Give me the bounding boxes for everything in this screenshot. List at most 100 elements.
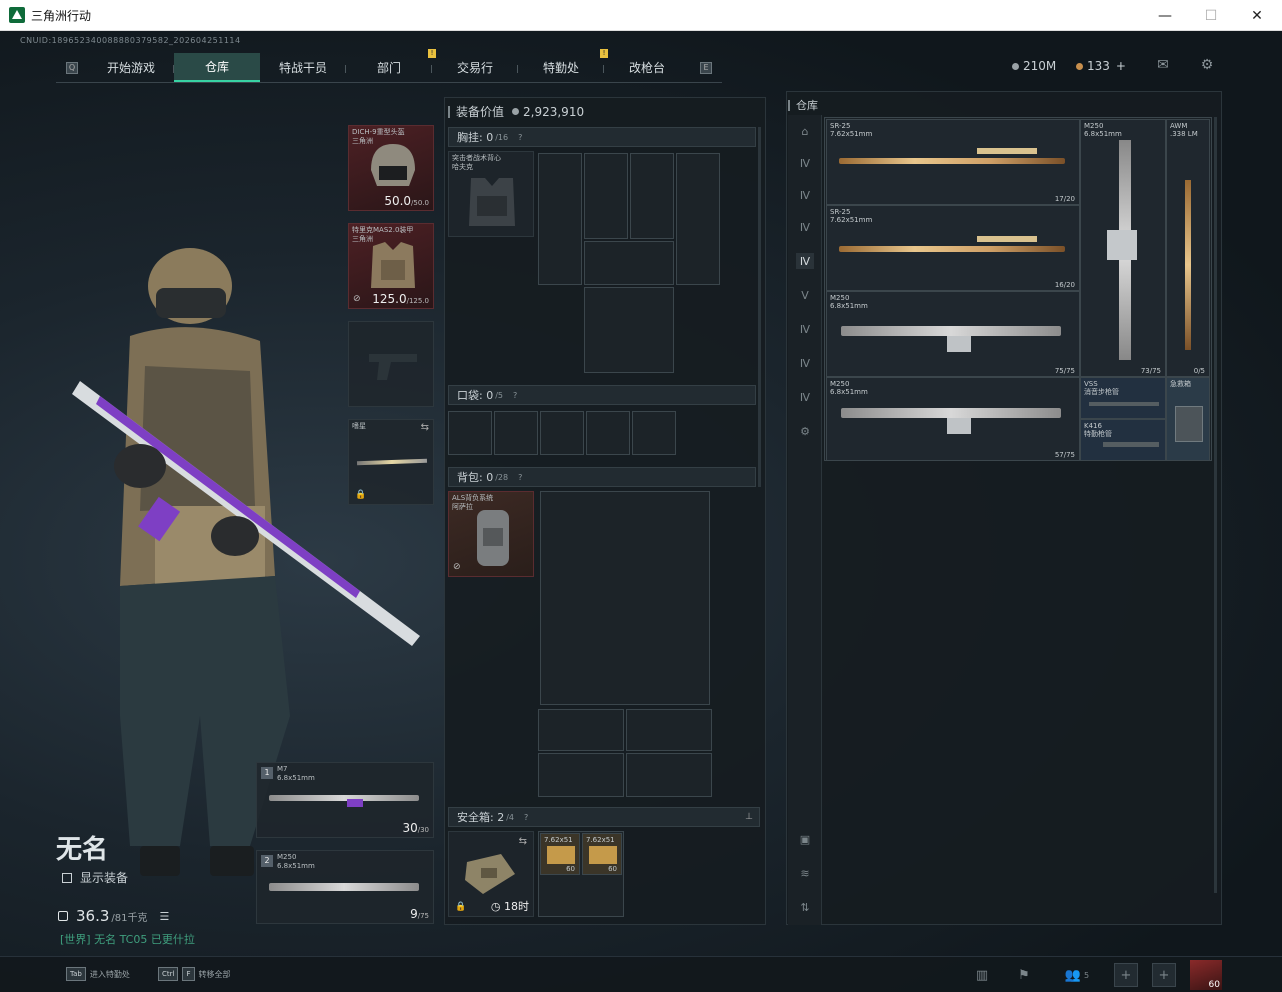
- stash-item-sr25[interactable]: SR-25 7.62x51mm 17/20: [826, 119, 1080, 205]
- stash-page-icon[interactable]: Ⅳ: [796, 355, 814, 371]
- invite-slot-button[interactable]: +: [1152, 963, 1176, 987]
- primary-weapon-slot[interactable]: 1 M7 6.8x51mm 30/30: [256, 762, 434, 838]
- tab-special-ops[interactable]: 特勤处!: [518, 49, 608, 82]
- invite-slot-button[interactable]: +: [1114, 963, 1138, 987]
- help-icon[interactable]: ?: [518, 473, 522, 482]
- avatar[interactable]: 60: [1190, 960, 1222, 990]
- help-icon[interactable]: ?: [524, 813, 528, 822]
- tab-department[interactable]: 部门!: [346, 49, 436, 82]
- pocket-cell[interactable]: [540, 411, 584, 455]
- stash-item-k416-barrel[interactable]: K416 特勤枪管: [1080, 419, 1166, 461]
- stash-item-first-aid[interactable]: 急救箱: [1166, 377, 1210, 461]
- squad-icon[interactable]: 👥 5: [1060, 963, 1094, 987]
- tab-gunsmith[interactable]: 改枪台: [604, 53, 690, 82]
- stash-sidebar: ⌂ Ⅳ Ⅳ Ⅳ Ⅳ Ⅴ Ⅳ Ⅳ Ⅳ ⚙ ▣ ≋ ⇅: [788, 115, 822, 925]
- case-icon: [1175, 406, 1203, 442]
- tab-operators[interactable]: 特战干员: [260, 53, 346, 82]
- stash-page-icon[interactable]: Ⅳ: [796, 253, 814, 269]
- swap-icon[interactable]: ⇆: [519, 836, 527, 847]
- safe-box-icon: [465, 854, 515, 894]
- stats-icon[interactable]: ▥: [970, 963, 994, 987]
- barrel-icon: [1089, 402, 1159, 406]
- backpack-cell[interactable]: [538, 753, 624, 797]
- backpack-grid[interactable]: [540, 491, 710, 705]
- helmet-slot[interactable]: DICH-9重型头盔 三角洲 50.0/50.0: [348, 125, 434, 211]
- rig-cell[interactable]: [584, 153, 628, 239]
- nav-prev-key-icon[interactable]: Q: [66, 61, 78, 74]
- stash-page-icon[interactable]: Ⅴ: [796, 287, 814, 303]
- pistol-slot[interactable]: [348, 321, 434, 407]
- hint-transfer-all[interactable]: Ctrl F 转移全部: [158, 967, 231, 981]
- window-titlebar: 三角洲行动 — ☐ ✕: [0, 0, 1282, 31]
- stash-item-vss-barrel[interactable]: VSS 消音步枪管: [1080, 377, 1166, 419]
- stash-page-icon[interactable]: Ⅳ: [796, 187, 814, 203]
- maximize-button[interactable]: ☐: [1188, 0, 1234, 31]
- layers-icon[interactable]: ≋: [796, 865, 814, 881]
- premium-coin-icon: [1076, 62, 1083, 70]
- add-currency-button[interactable]: +: [1116, 59, 1126, 73]
- armor-slot[interactable]: 特里克MAS2.0装甲 三角洲 ⊘ 125.0/125.0: [348, 223, 434, 309]
- stash-item-m250[interactable]: M250 6.8x51mm 57/75: [826, 377, 1080, 461]
- coin-icon: [512, 108, 520, 115]
- pocket-cell[interactable]: [448, 411, 492, 455]
- weight-icon: [58, 911, 68, 921]
- tab-warehouse[interactable]: 仓库: [174, 53, 260, 82]
- premium-balance[interactable]: 133 +: [1076, 59, 1126, 73]
- help-icon[interactable]: ?: [518, 133, 522, 142]
- backpack-slot[interactable]: ALS背负系统 阿萨拉 ⊘: [448, 491, 534, 577]
- stash-page-icon[interactable]: Ⅳ: [796, 389, 814, 405]
- mail-icon[interactable]: ✉: [1154, 57, 1172, 73]
- stash-page-icon[interactable]: Ⅳ: [796, 219, 814, 235]
- ammo-item[interactable]: 7.62x51 60: [582, 833, 622, 875]
- rig-cell[interactable]: [584, 241, 674, 285]
- sort-icon[interactable]: ⇅: [796, 899, 814, 915]
- barrel-icon: [1103, 442, 1159, 447]
- rig-cell[interactable]: [630, 153, 674, 239]
- stash-item-m250[interactable]: M250 6.8x51mm 75/75: [826, 291, 1080, 377]
- close-button[interactable]: ✕: [1234, 0, 1280, 31]
- stash-item-m250-vertical[interactable]: M250 6.8x51mm 73/75: [1080, 119, 1166, 377]
- pocket-cell[interactable]: [494, 411, 538, 455]
- pistol-icon: [369, 354, 417, 380]
- rig-cell[interactable]: [538, 153, 582, 285]
- backpack-cell[interactable]: [538, 709, 624, 751]
- app-logo-icon: [9, 7, 25, 23]
- tab-trading[interactable]: 交易行: [432, 53, 518, 82]
- backpack-cell[interactable]: [626, 709, 712, 751]
- stash-item-sr25[interactable]: SR-25 7.62x51mm 16/20: [826, 205, 1080, 291]
- rig-cell[interactable]: [584, 287, 674, 373]
- loadout-scrollbar[interactable]: [758, 127, 761, 487]
- safe-box-slot[interactable]: ⇆ 🔒 ◷ 18时: [448, 831, 534, 917]
- flag-icon[interactable]: ⚑: [1012, 963, 1036, 987]
- stash-page-icon[interactable]: Ⅳ: [796, 321, 814, 337]
- stash-item-awm[interactable]: AWM .338 LM 0/5: [1166, 119, 1210, 377]
- rig-cell[interactable]: [676, 153, 720, 285]
- stash-title: 仓库: [788, 97, 818, 113]
- list-icon[interactable]: ☰: [160, 910, 170, 923]
- secondary-weapon-slot[interactable]: 2 M250 6.8x51mm 9/75: [256, 850, 434, 924]
- tab-start-game[interactable]: 开始游戏: [88, 53, 174, 82]
- show-equipment-toggle[interactable]: 显示装备: [62, 869, 128, 886]
- pin-icon[interactable]: ⊥: [745, 812, 753, 822]
- coin-balance[interactable]: 210M: [1012, 59, 1056, 73]
- swap-icon[interactable]: ⇆: [421, 422, 429, 433]
- checkbox[interactable]: [62, 872, 72, 883]
- backpack-cell[interactable]: [626, 753, 712, 797]
- helmet-icon: [371, 144, 415, 186]
- ammo-item[interactable]: 7.62x51 60: [540, 833, 580, 875]
- melee-slot[interactable]: 嗜星 ⇆ 🔒: [348, 419, 434, 505]
- pocket-cell[interactable]: [586, 411, 630, 455]
- stash-page-icon[interactable]: Ⅳ: [796, 155, 814, 171]
- help-icon[interactable]: ?: [513, 391, 517, 400]
- hint-enter-special-ops[interactable]: Tab 进入特勤处: [66, 967, 130, 981]
- chest-rig-slot[interactable]: 突击者战术背心 哈夫克: [448, 151, 534, 237]
- stash-all-icon[interactable]: ⌂: [796, 123, 814, 139]
- player-name: 无名: [56, 835, 109, 865]
- minimize-button[interactable]: —: [1142, 0, 1188, 31]
- gear-icon[interactable]: ⚙: [1198, 57, 1216, 73]
- profile-icon[interactable]: ▣: [796, 831, 814, 847]
- nav-next-key-icon[interactable]: E: [700, 61, 712, 74]
- pocket-cell[interactable]: [632, 411, 676, 455]
- stash-scrollbar[interactable]: [1214, 117, 1217, 893]
- gear-icon[interactable]: ⚙: [796, 423, 814, 439]
